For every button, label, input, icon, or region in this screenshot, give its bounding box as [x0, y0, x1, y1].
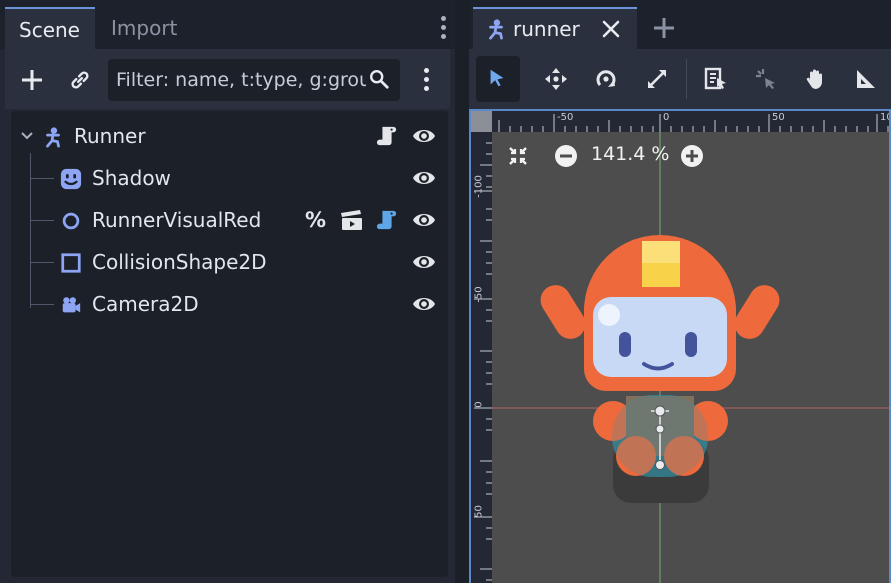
- scene-tab-label: runner: [513, 17, 580, 41]
- add-scene-tab-icon[interactable]: [653, 17, 675, 39]
- character-body-icon: [489, 19, 503, 40]
- ruler-vertical[interactable]: -100 -50 0 50: [471, 111, 492, 583]
- tab-import[interactable]: Import: [97, 7, 191, 49]
- node-name: Camera2D: [92, 292, 199, 316]
- node-name: Runner: [74, 124, 146, 148]
- rotate-tool-icon: [596, 70, 616, 87]
- ruler-tool-icon: [857, 70, 875, 88]
- visibility-eye-icon[interactable]: [412, 293, 436, 315]
- camera-icon: [62, 297, 81, 313]
- node-name: Shadow: [92, 166, 171, 190]
- visibility-eye-icon[interactable]: [412, 167, 436, 189]
- tab-runner-scene[interactable]: runner: [473, 7, 637, 49]
- zoom-level-label[interactable]: 141.4 %: [591, 143, 670, 165]
- dock-menu-icon[interactable]: [441, 16, 447, 43]
- instanced-scene-icon[interactable]: [340, 209, 364, 231]
- visibility-eye-icon[interactable]: [412, 251, 436, 273]
- visibility-eye-icon[interactable]: [412, 125, 436, 147]
- ruler-ticks: [498, 114, 889, 132]
- ruler-label: 50: [473, 505, 485, 518]
- canvas-viewport[interactable]: -50 0 50 100 -100 -50 0 50: [469, 109, 891, 583]
- ruler-tool-button[interactable]: [844, 56, 888, 102]
- ruler-label: 0: [473, 401, 485, 408]
- move-tool-icon: [545, 68, 567, 90]
- scene-options-icon[interactable]: [424, 68, 430, 95]
- ruler-label: 50: [772, 112, 785, 123]
- scene-filter-field[interactable]: [108, 59, 400, 101]
- ruler-label: -50: [473, 286, 485, 303]
- canvas-toolbar: [469, 49, 891, 109]
- toolbar-separator: [686, 59, 687, 99]
- collision-shape-icon: [61, 253, 81, 273]
- canvas-scene-drawing: [471, 111, 889, 583]
- instance-scene-link-icon[interactable]: [69, 69, 91, 91]
- ruler-label: 100: [880, 112, 889, 123]
- list-select-icon: [704, 67, 726, 90]
- search-icon: [370, 70, 389, 89]
- add-node-icon[interactable]: [20, 68, 44, 92]
- pan-tool-button[interactable]: [794, 56, 838, 102]
- zoom-in-icon[interactable]: [680, 144, 704, 168]
- pivot-tool-icon: [756, 69, 775, 89]
- scene-dock: Scene Import Filter: name, t:type, g:gro…: [0, 0, 455, 583]
- dock-splitter[interactable]: [455, 0, 469, 583]
- pivot-tool-button[interactable]: [744, 56, 788, 102]
- ruler-corner: [471, 111, 492, 132]
- scene-filter-input[interactable]: [116, 59, 366, 101]
- scene-tree: Runner Shadow RunnerVisualRed % Collisio…: [11, 111, 448, 577]
- select-tool-button[interactable]: [476, 56, 520, 102]
- tree-item-shadow[interactable]: Shadow: [11, 157, 448, 199]
- center-view-icon[interactable]: [507, 145, 529, 167]
- script-icon[interactable]: [376, 209, 398, 231]
- list-select-tool-button[interactable]: [694, 56, 738, 102]
- scene-dock-tabbar: Scene Import: [0, 0, 455, 49]
- unique-name-icon[interactable]: %: [305, 199, 326, 241]
- script-icon[interactable]: [376, 125, 398, 147]
- close-icon[interactable]: [602, 20, 620, 38]
- visibility-eye-icon[interactable]: [412, 209, 436, 231]
- tree-item-runner[interactable]: Runner: [11, 115, 448, 157]
- ruler-label: 0: [663, 112, 670, 123]
- ruler-label: -100: [473, 175, 485, 198]
- chevron-down-icon[interactable]: [21, 131, 33, 141]
- node-name: CollisionShape2D: [92, 250, 267, 274]
- scale-tool-button[interactable]: [635, 56, 679, 102]
- zoom-out-icon[interactable]: [554, 144, 578, 168]
- scene-toolbar: [5, 49, 450, 109]
- ruler-horizontal[interactable]: -50 0 50 100: [471, 111, 889, 132]
- tab-scene[interactable]: Scene: [5, 7, 95, 49]
- ruler-label: -50: [557, 112, 574, 123]
- select-tool-icon: [490, 69, 504, 87]
- node-name: RunnerVisualRed: [92, 208, 262, 232]
- scale-tool-icon: [648, 70, 666, 88]
- canvas-editor: runner -50 0 50 1 -100 -50 0 50 141.4 %: [469, 0, 891, 583]
- pan-tool-icon: [806, 69, 822, 89]
- move-tool-button[interactable]: [534, 56, 578, 102]
- tree-item-collision-shape[interactable]: CollisionShape2D: [11, 241, 448, 283]
- tree-item-camera[interactable]: Camera2D: [11, 283, 448, 325]
- sprite-icon: [60, 168, 82, 190]
- godot-editor-window: Scene Import Filter: name, t:type, g:gro…: [0, 0, 891, 583]
- tree-item-runner-visual-red[interactable]: RunnerVisualRed %: [11, 199, 448, 241]
- node2d-icon: [62, 212, 80, 230]
- scene-tabbar: runner: [469, 0, 891, 49]
- rotate-tool-button[interactable]: [584, 56, 628, 102]
- character-body-icon: [46, 127, 60, 148]
